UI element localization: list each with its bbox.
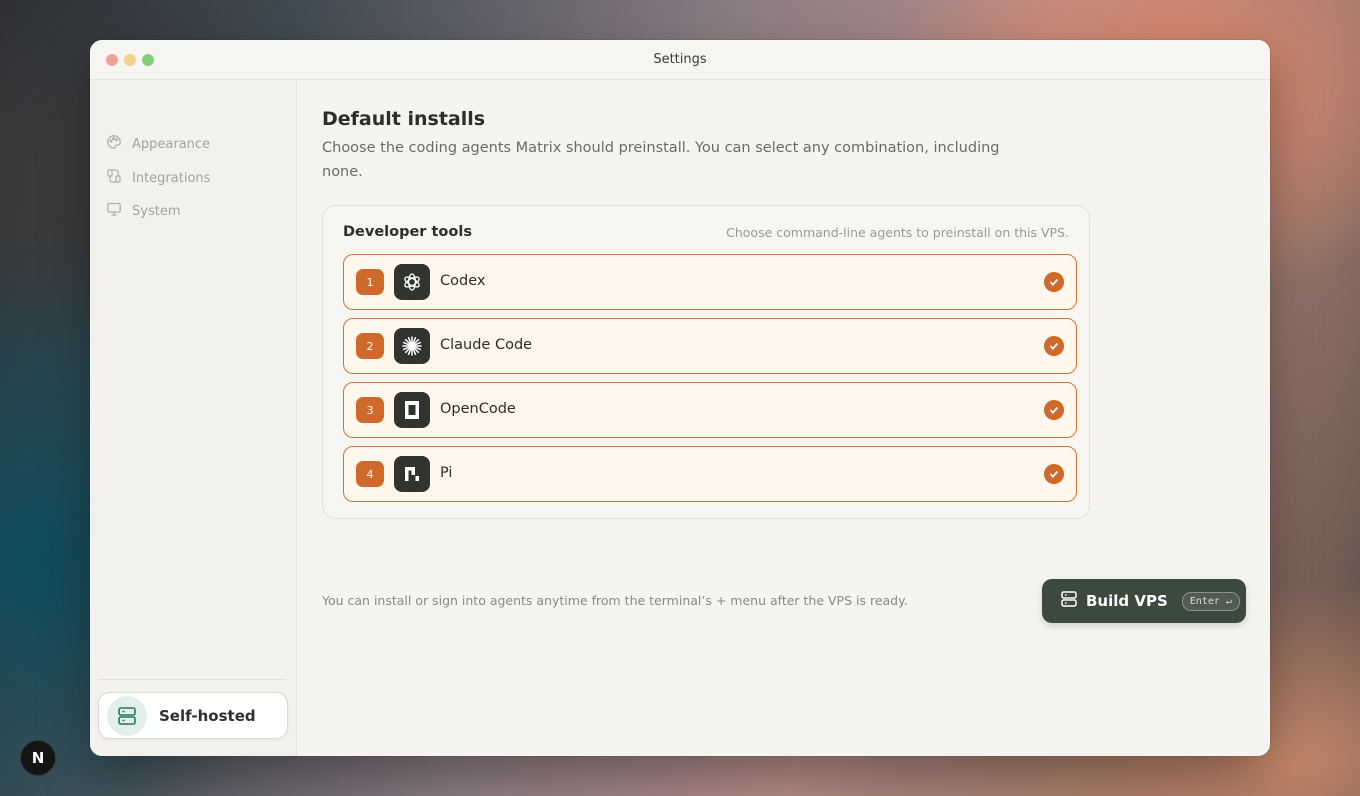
pi-icon — [394, 456, 430, 492]
server-icon — [107, 695, 147, 736]
enter-shortcut-badge: Enter ↵ — [1181, 591, 1240, 611]
openai-icon — [394, 264, 430, 300]
tool-option-claude-code[interactable]: 2 Claude Code — [343, 318, 1077, 374]
tool-name: Claude Code — [440, 337, 533, 353]
check-icon[interactable] — [1044, 336, 1064, 356]
page-title: Default installs — [322, 108, 486, 130]
sidebar: Appearance Integrations System Self-host… — [90, 80, 297, 756]
titlebar: Settings — [90, 40, 1270, 80]
settings-window: Settings Appearance Integrations System … — [90, 40, 1270, 756]
monitor-icon — [106, 201, 122, 221]
sidebar-item-system[interactable]: System — [106, 198, 180, 224]
page-description: Choose the coding agents Matrix should p… — [322, 140, 1000, 180]
tool-number-badge: 1 — [356, 269, 384, 295]
sidebar-item-integrations[interactable]: Integrations — [106, 165, 210, 191]
tool-option-codex[interactable]: 1 Codex — [343, 254, 1077, 310]
sidebar-item-appearance[interactable]: Appearance — [106, 131, 210, 157]
tool-number-badge: 4 — [356, 461, 384, 487]
opencode-icon — [394, 392, 430, 428]
tool-option-opencode[interactable]: 3 OpenCode — [343, 382, 1077, 438]
check-icon[interactable] — [1044, 272, 1064, 292]
self-hosted-button[interactable]: Self-hosted — [98, 692, 288, 739]
developer-tools-card: Developer tools Choose command-line agen… — [322, 205, 1090, 519]
tool-number-badge: 3 — [356, 397, 384, 423]
card-title: Developer tools — [343, 224, 472, 240]
tool-option-pi[interactable]: 4 Pi — [343, 446, 1077, 502]
tool-number-badge: 2 — [356, 333, 384, 359]
footnote: You can install or sign into agents anyt… — [322, 593, 908, 608]
self-hosted-label: Self-hosted — [159, 706, 256, 725]
integrations-icon — [106, 168, 122, 188]
server-icon — [1060, 590, 1078, 612]
palette-icon — [106, 134, 122, 154]
check-icon[interactable] — [1044, 400, 1064, 420]
claude-icon — [394, 328, 430, 364]
build-vps-label: Build VPS — [1086, 592, 1168, 610]
sidebar-divider — [98, 679, 286, 680]
sidebar-item-label: Integrations — [132, 170, 211, 186]
tool-name: Pi — [440, 465, 453, 481]
check-icon[interactable] — [1044, 464, 1064, 484]
tool-name: OpenCode — [440, 401, 516, 417]
main-content: Default installs Choose the coding agent… — [298, 80, 1270, 756]
build-vps-button[interactable]: Build VPS Enter ↵ — [1042, 579, 1246, 623]
sidebar-item-label: Appearance — [132, 136, 211, 152]
tool-name: Codex — [440, 273, 486, 289]
sidebar-item-label: System — [132, 203, 181, 219]
card-hint: Choose command-line agents to preinstall… — [726, 225, 1069, 240]
window-title: Settings — [653, 52, 707, 67]
app-dock-badge[interactable]: N — [20, 740, 56, 776]
